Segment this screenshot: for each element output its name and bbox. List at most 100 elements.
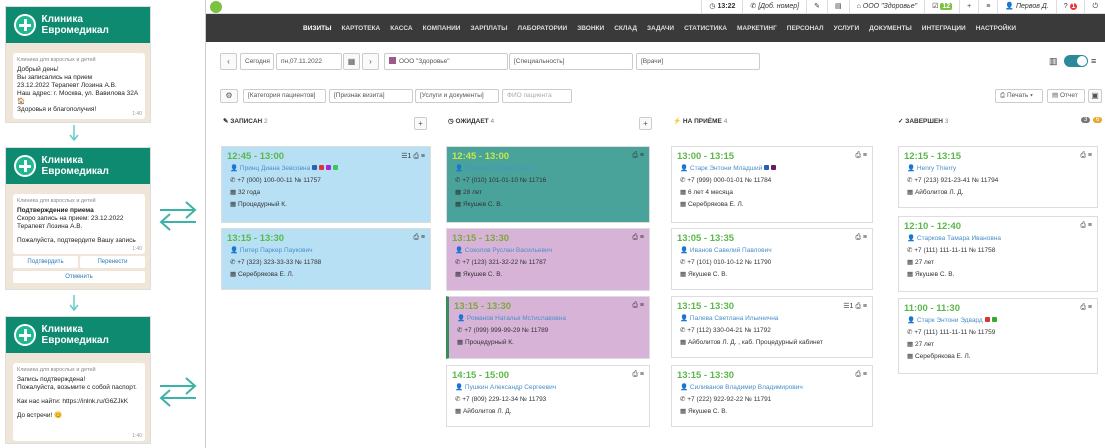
date-field[interactable]: пн,07.11.2022 bbox=[276, 53, 342, 70]
doctors-select[interactable]: [Врачи] bbox=[636, 53, 760, 70]
visit-card[interactable]: 13:00 - 13:15 ⎙ ≡ 👤 Старк Энтони Младший… bbox=[671, 146, 873, 223]
nav-settings[interactable]: НАСТРОЙКИ bbox=[971, 25, 1021, 32]
patient-number: № 11788 bbox=[294, 259, 322, 266]
visit-card[interactable]: 13:15 - 13:30 ⎙ ≡ 👤 Романов Наталья Мсти… bbox=[446, 296, 650, 359]
card-actions[interactable]: ☰1 ⎙ ≡ bbox=[401, 152, 425, 161]
nav-salaries[interactable]: ЗАРПЛАТЫ bbox=[465, 25, 512, 32]
user-name: Первов Д. bbox=[1015, 2, 1049, 10]
patient-name[interactable]: Старк Энтони Младший bbox=[690, 165, 762, 172]
nav-calls[interactable]: ЗВОНКИ bbox=[572, 25, 609, 32]
patient-name[interactable]: Питер Паркер Паукович bbox=[240, 247, 313, 254]
visit-sign-select[interactable]: [Признак визита] bbox=[329, 89, 413, 103]
visit-card[interactable]: 13:15 - 13:30 ⎙ ≡ 👤 Соколов Руслан Васил… bbox=[446, 228, 650, 291]
card-actions[interactable]: ⎙ ≡ bbox=[1080, 152, 1092, 160]
patient-name[interactable]: Старк Энтони Эдвард bbox=[917, 317, 983, 324]
phone-message-1: Клиника Евромедикал Клиника для взрослых… bbox=[5, 6, 151, 123]
logout-icon[interactable]: ⏻ bbox=[1084, 0, 1105, 14]
view-toggle[interactable] bbox=[1064, 55, 1088, 67]
nav-docs[interactable]: ДОКУМЕНТЫ bbox=[864, 25, 917, 32]
report-button[interactable]: ▤ Отчет bbox=[1047, 89, 1085, 103]
nav-visits[interactable]: ВИЗИТЫ bbox=[298, 25, 336, 32]
help-icon[interactable]: ? 1 bbox=[1055, 0, 1085, 14]
patient-name[interactable]: Силиванов Владимир Владимирович bbox=[690, 384, 803, 391]
columns-view-icon[interactable]: ▥ bbox=[1049, 56, 1058, 67]
patient-name[interactable]: Henry Thierry bbox=[917, 165, 956, 172]
org-select[interactable]: ООО "Здоровье" bbox=[384, 53, 508, 70]
visit-card[interactable]: 13:15 - 13:30 ☰1 ⎙ ≡ 👤 Палева Светлана И… bbox=[671, 296, 873, 358]
nav-services[interactable]: УСЛУГИ bbox=[829, 25, 865, 32]
patient-phone: +7 (101) 010-10-12 bbox=[687, 259, 744, 266]
patient-name[interactable]: Иванов Савелий Павлович bbox=[690, 247, 772, 254]
card-actions[interactable]: ⎙ ≡ bbox=[1080, 222, 1092, 230]
card-actions[interactable]: ⎙ ≡ bbox=[632, 152, 644, 160]
specialty-select[interactable]: [Специальность] bbox=[509, 53, 633, 70]
user-menu[interactable]: 👤 Первов Д. bbox=[997, 0, 1055, 14]
confirm-button[interactable]: Подтвердить bbox=[13, 256, 78, 268]
visit-card[interactable]: 11:00 - 11:30 ⎙ ≡ 👤 Старк Энтони Эдвард … bbox=[898, 298, 1098, 374]
patient-name[interactable]: Пушкин Александр Сергеевич bbox=[465, 384, 556, 391]
visit-card[interactable]: 12:15 - 13:15 ⎙ ≡ 👤 Henry Thierry ✆ +7 (… bbox=[898, 146, 1098, 208]
patient-phone: +7 (809) 229-12-34 bbox=[462, 396, 519, 403]
visit-card[interactable]: 13:15 - 13:30 ⎙ ≡ 👤 Силиванов Владимир В… bbox=[671, 365, 873, 427]
nav-companies[interactable]: КОМПАНИИ bbox=[418, 25, 466, 32]
nav-stats[interactable]: СТАТИСТИКА bbox=[679, 25, 732, 32]
nav-warehouse[interactable]: СКЛАД bbox=[609, 25, 642, 32]
nav-tasks[interactable]: ЗАДАЧИ bbox=[642, 25, 679, 32]
card-actions[interactable]: ⎙ ≡ bbox=[413, 234, 425, 242]
reschedule-button[interactable]: Перенести bbox=[80, 256, 145, 268]
today-button[interactable]: Сегодня bbox=[240, 53, 274, 70]
visit-time: 12:10 - 12:40 bbox=[904, 221, 962, 232]
add-booked-button[interactable]: + bbox=[414, 117, 427, 130]
settings-gear-icon[interactable]: ⚙ bbox=[220, 89, 238, 103]
card-actions[interactable]: ☰1 ⎙ ≡ bbox=[843, 302, 867, 311]
list-icon[interactable]: ≡ bbox=[978, 0, 997, 14]
patient-name[interactable]: Принц Диана Зевсовна bbox=[240, 165, 310, 172]
print-button[interactable]: ⎙ Печать ▾ bbox=[995, 89, 1043, 103]
card-actions[interactable]: ⎙ ≡ bbox=[632, 234, 644, 242]
tasks-icon[interactable]: ☑ 12 bbox=[924, 0, 959, 14]
visit-card[interactable]: 12:10 - 12:40 ⎙ ≡ 👤 Старкова Тамара Иван… bbox=[898, 216, 1098, 292]
patient-name[interactable]: Старкова Тамара Ивановна bbox=[917, 235, 1001, 242]
nav-cards[interactable]: КАРТОТЕКА bbox=[336, 25, 385, 32]
edit-icon[interactable]: ✎ bbox=[806, 0, 827, 14]
export-icon[interactable]: ▣ bbox=[1088, 89, 1102, 103]
visit-card[interactable]: 13:15 - 13:30 ⎙ ≡ 👤 Питер Паркер Паукови… bbox=[221, 228, 431, 290]
phone-extension[interactable]: ✆ [Доб. номер] bbox=[742, 0, 806, 14]
patient-category-select[interactable]: [Категория пациентов] bbox=[243, 89, 326, 103]
card-actions[interactable]: ⎙ ≡ bbox=[855, 152, 867, 160]
prev-day-button[interactable]: ‹ bbox=[220, 53, 237, 70]
visit-card[interactable]: 12:45 - 13:00 ☰1 ⎙ ≡ 👤 Принц Диана Зевсо… bbox=[221, 146, 431, 223]
card-actions[interactable]: ⎙ ≡ bbox=[855, 234, 867, 242]
nav-labs[interactable]: ЛАБОРАТОРИИ bbox=[513, 25, 573, 32]
visit-card[interactable]: 12:45 - 13:00 ⎙ ≡ 👤 Ридекер Стивен Грант… bbox=[446, 146, 650, 223]
patient-name[interactable]: Соколов Руслан Васильевич bbox=[465, 247, 552, 254]
visit-card[interactable]: 13:05 - 13:35 ⎙ ≡ 👤 Иванов Савелий Павло… bbox=[671, 228, 873, 290]
add-icon[interactable]: + bbox=[959, 0, 978, 14]
patient-name[interactable]: Палева Светлана Ильинична bbox=[690, 315, 779, 322]
nav-marketing[interactable]: МАРКЕТИНГ bbox=[732, 25, 782, 32]
patient-age: 6 лет 4 месяца bbox=[687, 189, 733, 196]
add-waiting-button[interactable]: + bbox=[639, 117, 652, 130]
calendar-icon[interactable]: ▦ bbox=[343, 53, 360, 70]
patient-name[interactable]: Ридекер Стивен Грант bbox=[465, 165, 533, 172]
card-actions[interactable]: ⎙ ≡ bbox=[855, 371, 867, 379]
nav-cash[interactable]: КАССА bbox=[385, 25, 417, 32]
patient-name-search[interactable]: ФИО пациента bbox=[502, 89, 572, 103]
patient-icon: 👤 bbox=[457, 315, 467, 322]
patient-name[interactable]: Романов Наталья Мстиславовна bbox=[467, 315, 566, 322]
patient-number: № 11758 bbox=[969, 247, 996, 254]
doctor-icon: ▦ bbox=[455, 271, 463, 278]
card-actions[interactable]: ⎙ ≡ bbox=[632, 371, 644, 379]
notes-icon[interactable]: ▤ bbox=[826, 0, 849, 14]
services-select[interactable]: [Услуги и документы] bbox=[415, 89, 499, 103]
next-day-button[interactable]: › bbox=[362, 53, 379, 70]
org-selector[interactable]: ⌂ ООО "Здоровье" bbox=[848, 0, 925, 14]
visit-card[interactable]: 14:15 - 15:00 ⎙ ≡ 👤 Пушкин Александр Сер… bbox=[446, 365, 650, 427]
card-actions[interactable]: ⎙ ≡ bbox=[632, 302, 644, 310]
card-actions[interactable]: ⎙ ≡ bbox=[1080, 304, 1092, 312]
nav-integrations[interactable]: ИНТЕГРАЦИИ bbox=[917, 25, 971, 32]
cancel-button[interactable]: Отменить bbox=[13, 271, 145, 283]
message-bubble: Клиника для взрослых и детей Запись подт… bbox=[13, 363, 145, 441]
nav-staff[interactable]: ПЕРСОНАЛ bbox=[782, 25, 829, 32]
list-view-icon[interactable]: ≡ bbox=[1091, 56, 1096, 66]
